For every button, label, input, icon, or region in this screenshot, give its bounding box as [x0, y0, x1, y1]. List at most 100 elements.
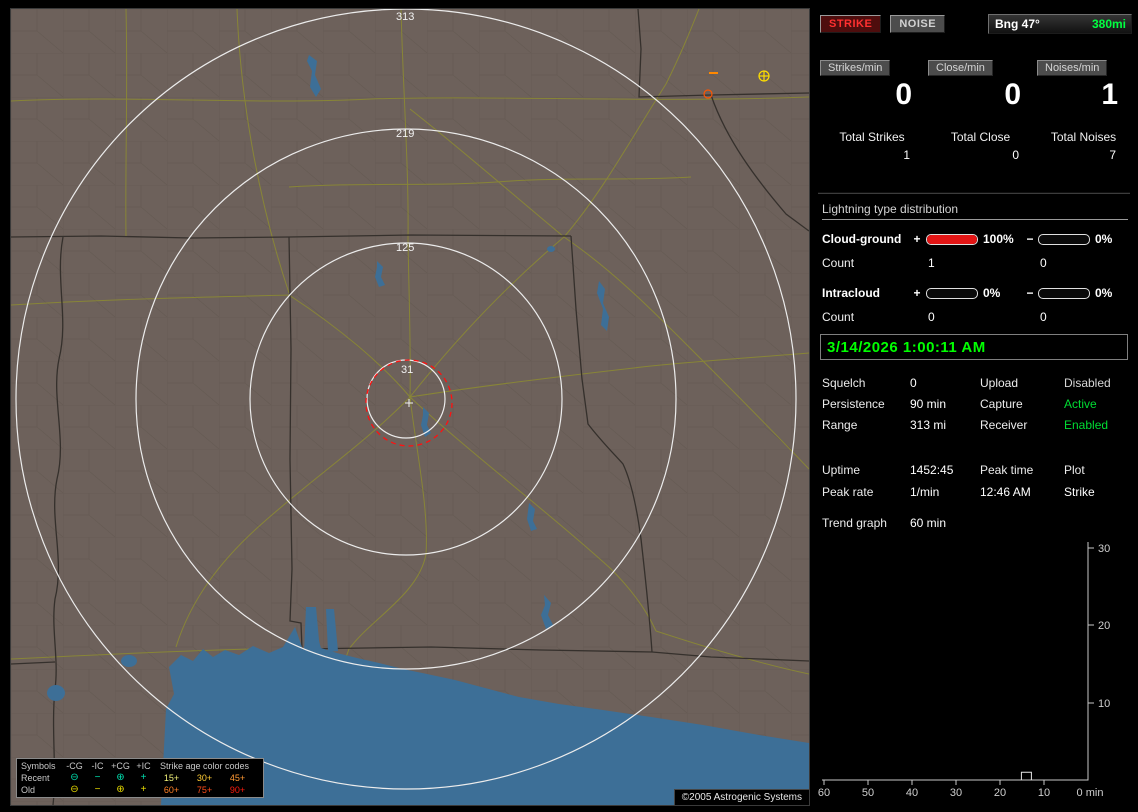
ic-plus-count: 0 — [928, 310, 935, 324]
squelch-value: 0 — [910, 376, 917, 390]
receiver-status: Enabled — [1064, 418, 1109, 432]
age-60: 60+ — [163, 785, 180, 795]
cg-plus-count: 1 — [928, 256, 935, 270]
legend-col-pos-ic: +IC — [136, 761, 151, 771]
peak-time-value: 12:46 AM — [980, 485, 1031, 499]
receiver-label: Receiver — [980, 418, 1028, 432]
ic-minus-bar — [1038, 287, 1090, 299]
copyright-notice: ©2005 Astrogenic Systems — [673, 789, 809, 805]
bearing-range-display: Bng 47° 380mi — [988, 14, 1132, 34]
noises-per-min-value: 1 — [1101, 78, 1118, 111]
legend-age-header: Strike age color codes — [159, 761, 250, 771]
strikes-per-min-label: Strikes/min — [820, 60, 891, 76]
bearing-value: Bng 47° — [995, 17, 1040, 31]
lightning-distribution-section: Lightning type distribution Cloud-ground… — [822, 202, 1128, 327]
cg-minus-count: 0 — [1040, 256, 1047, 270]
total-close-value: 0 — [1012, 148, 1019, 162]
legend-col-neg-cg: -CG — [66, 761, 83, 771]
uptime-label: Uptime — [822, 463, 861, 477]
noise-circle-plus-icon — [758, 70, 770, 82]
trend-spike — [1020, 771, 1032, 780]
total-noises-value: 7 — [1109, 148, 1116, 162]
upload-label: Upload — [980, 376, 1019, 390]
cg-plus-bar-fill — [927, 234, 977, 244]
legend-header-row: Symbols -CG -IC +CG +IC Strike age color… — [19, 760, 261, 772]
intracloud-row: Intracloud + 0% − 0% — [822, 283, 1128, 303]
legend-col-neg-ic: -IC — [91, 761, 104, 771]
persistence-label: Persistence — [822, 397, 885, 411]
lightning-map[interactable]: 313 219 125 31 Symbols -CG -IC +CG +IC S… — [10, 8, 810, 806]
uptime-value: 1452:45 — [910, 463, 954, 477]
ring-label-125: 125 — [396, 242, 414, 254]
count-label: Count — [822, 256, 855, 270]
plot-label: Plot — [1064, 463, 1085, 477]
close-per-min-label: Close/min — [928, 60, 993, 76]
datetime-display: 3/14/2026 1:00:11 AM — [820, 334, 1128, 360]
ic-plus-bar — [926, 287, 978, 299]
plus-icon: + — [140, 772, 147, 783]
capture-label: Capture — [980, 397, 1023, 411]
distribution-title: Lightning type distribution — [822, 202, 1128, 220]
ic-minus-pct: 0% — [1095, 286, 1113, 300]
y-tick-30: 30 — [1098, 543, 1110, 555]
noise-button[interactable]: NOISE — [890, 15, 946, 33]
age-90: 90+ — [229, 785, 246, 795]
age-15: 15+ — [163, 773, 180, 783]
total-close-label: Total Close — [950, 130, 1011, 144]
legend-recent-row: Recent ⊖ − ⊕ + 15+ 30+ 45+ — [19, 772, 261, 784]
strikes-per-min-value: 0 — [895, 78, 912, 111]
legend-old-row: Old ⊖ − ⊕ + 60+ 75+ 90+ — [19, 784, 261, 796]
strike-button[interactable]: STRIKE — [820, 15, 882, 33]
squelch-label: Squelch — [822, 376, 866, 390]
cg-count-row: Count 1 0 — [822, 253, 1128, 273]
strikes-per-min-col: Strikes/min 0 — [818, 60, 926, 111]
peak-rate-label: Peak rate — [822, 485, 874, 499]
x-tick-20: 20 — [994, 787, 1006, 799]
trend-graph-row: Trend graph 60 min — [822, 516, 1130, 530]
trend-axes — [822, 542, 1089, 781]
total-strikes-label: Total Strikes — [839, 130, 905, 144]
count-label: Count — [822, 310, 855, 324]
uptime-stats-section: Uptime 1452:45 Peak time Plot Peak rate … — [822, 463, 1130, 499]
receiver-status-section: Squelch 0 Upload Disabled Persistence 90… — [822, 376, 1130, 432]
ic-count-row: Count 0 0 — [822, 307, 1128, 327]
plus-icon: + — [140, 784, 147, 795]
cg-plus-pct: 100% — [983, 232, 1014, 246]
ring-label-219: 219 — [396, 128, 414, 140]
capture-status: Active — [1064, 397, 1097, 411]
persistence-value: 90 min — [910, 397, 947, 411]
x-tick-10: 10 — [1038, 787, 1050, 799]
cg-minus-bar — [1038, 233, 1090, 245]
legend-recent-label: Recent — [21, 773, 50, 783]
total-strikes-value: 1 — [903, 148, 910, 162]
noises-per-min-col: Noises/min 1 — [1035, 60, 1132, 111]
map-legend: Symbols -CG -IC +CG +IC Strike age color… — [16, 758, 264, 798]
cg-plus-bar — [926, 233, 978, 245]
x-tick-40: 40 — [906, 787, 918, 799]
circle-plus-icon: ⊕ — [116, 784, 125, 795]
ring-label-31: 31 — [401, 364, 413, 376]
x-tick-60: 60 — [818, 787, 830, 799]
age-30: 30+ — [196, 773, 213, 783]
plus-sign: + — [913, 286, 921, 300]
lightning-tracker-app: 313 219 125 31 Symbols -CG -IC +CG +IC S… — [0, 0, 1138, 812]
age-75: 75+ — [196, 785, 213, 795]
peak-rate-value: 1/min — [910, 485, 940, 499]
section-divider — [818, 192, 1130, 194]
noises-per-min-label: Noises/min — [1037, 60, 1108, 76]
trend-window-value: 60 min — [910, 516, 947, 530]
ring-label-313: 313 — [396, 11, 414, 23]
bearing-range-value: 380mi — [1091, 17, 1126, 31]
legend-col-pos-cg: +CG — [111, 761, 130, 771]
peak-time-label: Peak time — [980, 463, 1034, 477]
legend-symbols-header: Symbols — [21, 761, 56, 771]
x-tick-0: 0 min — [1077, 787, 1104, 799]
cg-minus-pct: 0% — [1095, 232, 1113, 246]
map-canvas: 313 219 125 31 — [11, 9, 809, 805]
cloud-ground-label: Cloud-ground — [822, 232, 902, 246]
minus-sign: − — [1026, 232, 1034, 246]
age-45: 45+ — [229, 773, 246, 783]
close-per-min-col: Close/min 0 — [926, 60, 1035, 111]
cloud-ground-row: Cloud-ground + 100% − 0% — [822, 229, 1128, 249]
total-strikes-col: Total Strikes 1 — [818, 130, 926, 162]
